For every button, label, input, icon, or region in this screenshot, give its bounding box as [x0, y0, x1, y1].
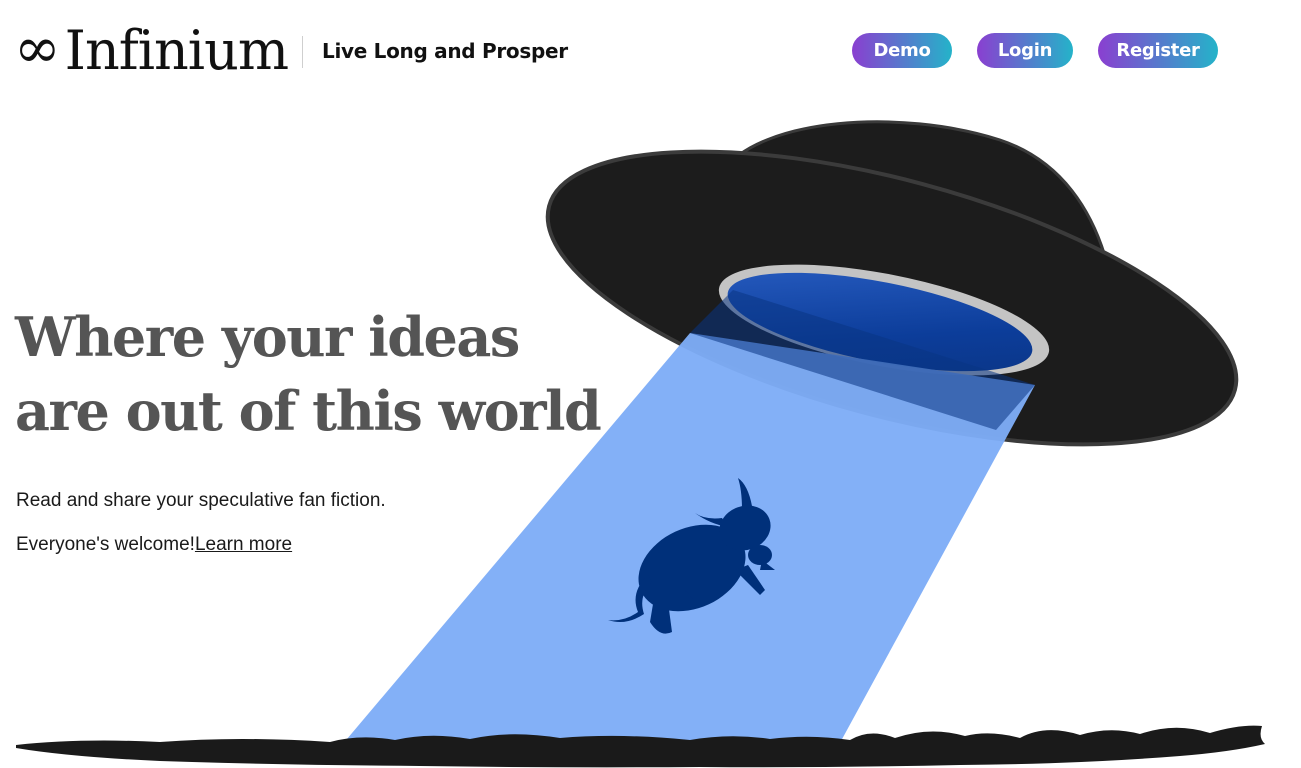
hero-welcome: Everyone's welcome!Learn more — [16, 534, 292, 556]
hero-subtitle: Read and share your speculative fan fict… — [16, 490, 386, 511]
hero-title-line-2: are out of this world — [15, 379, 602, 443]
learn-more-link[interactable]: Learn more — [195, 534, 292, 555]
welcome-text: Everyone's welcome! — [16, 534, 195, 555]
hero-title-line-1: Where your ideas — [15, 305, 520, 369]
hero-title: Where your ideas are out of this world — [15, 300, 602, 448]
